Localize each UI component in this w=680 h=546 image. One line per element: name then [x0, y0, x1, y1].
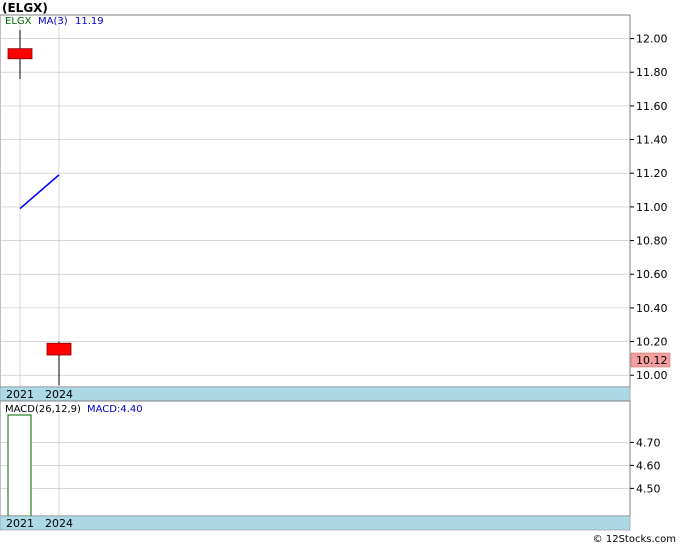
macd-legend-label: MACD(26,12,9) [5, 404, 81, 415]
candle-body [46, 342, 72, 356]
macd-bar [7, 414, 32, 517]
price-y-tick-label: 11.20 [636, 167, 668, 180]
macd-y-tick-label: 4.60 [636, 459, 661, 472]
chart-canvas: (ELGX) 12.00 11.80 11.60 11.40 11.20 11.00 10.… [0, 1, 676, 545]
macd-panel-frame [0, 400, 631, 517]
macd-marks [7, 414, 32, 517]
macd-y-tick-label: 4.70 [636, 436, 661, 449]
macd-panel: 4.70 4.60 4.50 MACD(26,12,9) MACD:4.40 [0, 400, 661, 517]
price-y-tick-label: 12.00 [636, 33, 668, 46]
price-panel-frame [0, 14, 631, 388]
watermark: © 12Stocks.com [593, 534, 676, 545]
chart-title: (ELGX) [2, 1, 48, 15]
macd-x-axis-band [0, 515, 631, 531]
price-y-tick-label: 10.40 [636, 302, 668, 315]
macd-y-axis: 4.70 4.60 4.50 [630, 436, 661, 495]
price-y-tick-label: 11.00 [636, 201, 668, 214]
macd-x-tick-label: 2021 [6, 517, 34, 530]
legend-ma-value: 11.19 [75, 16, 104, 27]
price-y-tick-label: 10.20 [636, 336, 668, 349]
price-y-tick-label: 10.80 [636, 235, 668, 248]
macd-y-tick-label: 4.50 [636, 482, 661, 495]
price-panel: 12.00 11.80 11.60 11.40 11.20 11.00 10.80 10.60… [0, 14, 671, 388]
price-x-tick-label: 2021 [6, 388, 34, 401]
price-y-tick-label: 11.80 [636, 66, 668, 79]
price-y-axis: 12.00 11.80 11.60 11.40 11.20 11.00 10.80 10.60… [630, 33, 668, 382]
macd-x-tick-label: 2024 [45, 517, 73, 530]
price-x-tick-label: 2024 [45, 388, 73, 401]
legend-ma-label: MA(3) [38, 16, 68, 27]
price-y-tick-label: 11.60 [636, 100, 668, 113]
price-y-tick-label: 11.40 [636, 134, 668, 147]
price-x-axis-band [0, 386, 631, 402]
macd-legend-value: MACD:4.40 [87, 404, 143, 415]
legend-symbol: ELGX [5, 16, 32, 27]
price-y-tick-label: 10.00 [636, 369, 668, 382]
last-price-label: 10.12 [636, 354, 668, 367]
price-y-tick-label: 10.60 [636, 268, 668, 281]
candle-body [7, 48, 33, 60]
